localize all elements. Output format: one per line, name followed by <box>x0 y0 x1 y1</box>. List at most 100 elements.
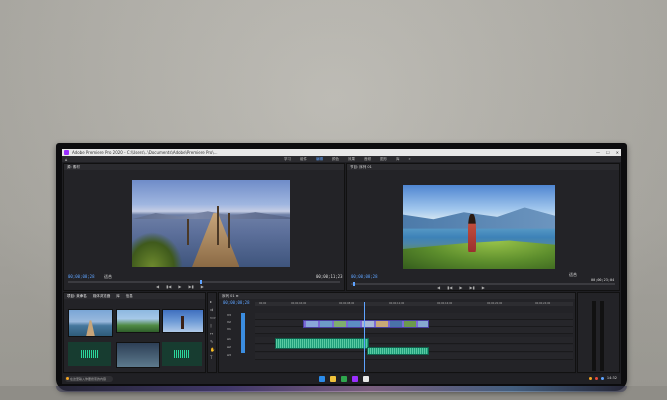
taskbar-clock[interactable]: 14:32 <box>607 376 617 380</box>
system-tray: 14:32 <box>588 376 617 380</box>
file-explorer-icon[interactable] <box>330 376 336 382</box>
workspace-tab[interactable]: 效果 <box>348 157 355 162</box>
taskbar-search-box[interactable]: 在这里输入你要搜索的内容 <box>65 376 113 382</box>
ruler-tick: 00;00;24;00 <box>535 302 551 305</box>
step-forward-icon[interactable]: ▶▮ <box>188 284 193 289</box>
mark-out-icon[interactable]: ▶ <box>482 285 485 290</box>
mark-in-icon[interactable]: ◀ <box>437 285 440 290</box>
audio-meter-left <box>592 301 596 371</box>
timeline-ruler[interactable]: 00;00 00;00;04;00 00;00;08;00 00;00;12;0… <box>255 302 573 306</box>
step-forward-icon[interactable]: ▶▮ <box>469 285 474 290</box>
bin-clip-thumbnail[interactable] <box>116 342 160 368</box>
timeline-header[interactable]: 序列 01 ≡ <box>219 293 575 299</box>
program-monitor-header[interactable]: 节目: 序列 01 <box>347 164 619 170</box>
video-clip[interactable] <box>303 320 429 328</box>
window-controls: — ☐ ✕ <box>596 150 619 155</box>
workspace-tab[interactable]: 库 <box>396 157 400 162</box>
dock-post <box>187 219 190 246</box>
clip-frame <box>376 321 388 327</box>
person-standing <box>468 214 476 253</box>
play-icon[interactable]: ▶ <box>459 285 462 290</box>
track-target-selector[interactable] <box>241 313 245 353</box>
clip-frame <box>404 321 416 327</box>
video-track-v1[interactable] <box>255 327 573 334</box>
tab-libraries[interactable]: 库 <box>116 293 120 299</box>
home-icon[interactable]: ⌂ <box>65 157 68 162</box>
workspace-overflow[interactable]: » <box>409 157 411 161</box>
ruler-tick: 00;00;16;00 <box>437 302 453 305</box>
project-panel: 项目: 未命名 媒体浏览器 库 信息 <box>63 292 206 373</box>
timeline-timecode[interactable]: 00;00;08;28 <box>223 300 250 305</box>
razor-tool-icon[interactable]: ◊ <box>210 323 212 328</box>
timeline-playhead[interactable] <box>364 302 365 372</box>
bin-clip-thumbnail[interactable] <box>116 309 160 333</box>
minimize-button[interactable]: — <box>596 150 600 155</box>
tray-icon[interactable] <box>594 376 598 380</box>
tab-media-browser[interactable]: 媒体浏览器 <box>93 293 111 299</box>
timeline-panel: 序列 01 ≡ 00;00;08;28 00;00 00;00;04;00 00… <box>218 292 576 373</box>
track-label-a2[interactable]: A2 <box>227 345 231 349</box>
network-icon[interactable] <box>600 376 604 380</box>
tray-icon[interactable] <box>588 376 592 380</box>
track-label-v3[interactable]: V3 <box>227 313 231 317</box>
step-back-icon[interactable]: ▮◀ <box>166 284 171 289</box>
close-button[interactable]: ✕ <box>616 150 619 155</box>
maximize-button[interactable]: ☐ <box>606 150 610 155</box>
bin-audio-thumbnail[interactable] <box>162 342 202 366</box>
audio-clip[interactable] <box>367 347 429 355</box>
track-label-a3[interactable]: A3 <box>227 353 231 357</box>
ripple-edit-icon[interactable]: ⟺ <box>210 315 216 320</box>
workspace-tab[interactable]: 图形 <box>380 157 387 162</box>
video-track-v3[interactable] <box>255 313 573 320</box>
source-timecode[interactable]: 00;00;08;28 <box>68 274 95 279</box>
program-playhead[interactable] <box>353 282 355 286</box>
program-video-frame <box>403 185 555 269</box>
pen-tool-icon[interactable]: ✎ <box>210 339 213 344</box>
app-icon[interactable] <box>341 376 347 382</box>
selection-tool-icon[interactable]: ▸ <box>210 299 212 304</box>
mark-in-icon[interactable]: ◀ <box>156 284 159 289</box>
track-label-a1[interactable]: A1 <box>227 337 231 341</box>
program-duration: 00;00;23;04 <box>591 278 615 282</box>
tab-project[interactable]: 项目: 未命名 <box>67 293 87 299</box>
mark-out-icon[interactable]: ▶ <box>201 284 204 289</box>
windows-start-icon[interactable] <box>319 376 325 382</box>
track-label-v1[interactable]: V1 <box>227 327 231 331</box>
project-tabs: 项目: 未命名 媒体浏览器 库 信息 <box>64 293 205 299</box>
slip-tool-icon[interactable]: ↔ <box>210 331 213 336</box>
program-monitor-panel: 节目: 序列 01 00;00;08;28 适合 00;00;23;04 ◀ ▮… <box>346 163 620 291</box>
ruler-tick: 00;00 <box>259 302 267 305</box>
type-tool-icon[interactable]: T <box>210 355 212 360</box>
bin-audio-thumbnail[interactable] <box>68 342 111 366</box>
workspace-tab-active[interactable]: 编辑 <box>316 157 323 162</box>
workspace-tab[interactable]: 学习 <box>284 157 291 162</box>
source-scrubber[interactable] <box>68 280 340 284</box>
audio-meters-panel <box>577 292 620 373</box>
dock-shape <box>86 320 95 336</box>
track-label-v2[interactable]: V2 <box>227 320 231 324</box>
mountain-ridge <box>132 211 290 220</box>
audio-clip[interactable] <box>275 338 369 349</box>
app-icon[interactable] <box>363 376 369 382</box>
workspace-tabs: 学习 组件 编辑 颜色 效果 音频 图形 库 » <box>284 156 411 162</box>
track-select-icon[interactable]: ⇉ <box>210 307 213 312</box>
premiere-taskbar-icon[interactable] <box>352 376 358 382</box>
play-icon[interactable]: ▶ <box>178 284 181 289</box>
source-fit-dropdown[interactable]: 适合 <box>104 274 112 280</box>
step-back-icon[interactable]: ▮◀ <box>447 285 452 290</box>
workspace-tab[interactable]: 组件 <box>300 157 307 162</box>
program-fit-dropdown[interactable]: 适合 <box>569 272 577 278</box>
source-monitor-header[interactable]: 源: 素材 <box>64 164 344 170</box>
ruler-tick: 00;00;08;00 <box>339 302 355 305</box>
audio-meter-right <box>600 301 604 371</box>
bin-clip-thumbnail[interactable] <box>68 309 113 337</box>
source-duration: 00;00;11;23 <box>316 274 343 279</box>
workspace-tab[interactable]: 音频 <box>364 157 371 162</box>
tab-info[interactable]: 信息 <box>126 293 133 299</box>
hand-tool-icon[interactable]: ✋ <box>210 347 215 352</box>
bin-clip-thumbnail[interactable] <box>162 309 204 333</box>
dock-post <box>228 213 231 248</box>
dock-post <box>217 206 220 246</box>
program-timecode[interactable]: 00;00;08;28 <box>351 274 378 279</box>
workspace-tab[interactable]: 颜色 <box>332 157 339 162</box>
